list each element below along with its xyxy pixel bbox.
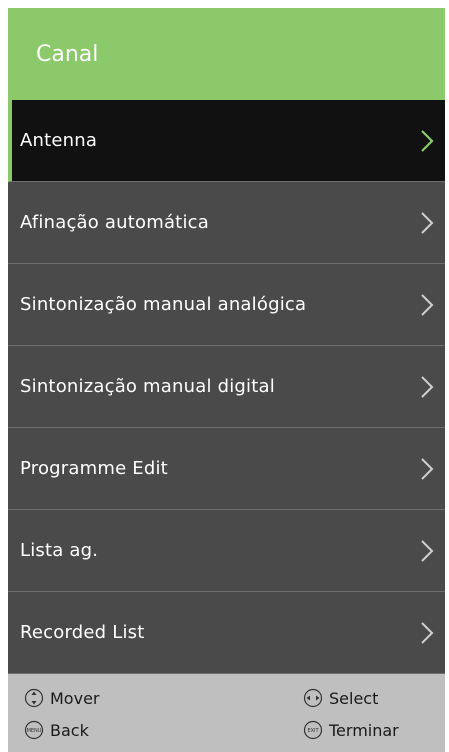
key-hints-bar: Mover Select MENU Back EXIT Terminar xyxy=(8,674,445,752)
chevron-right-icon xyxy=(417,455,437,483)
chevron-right-icon xyxy=(417,619,437,647)
menu-item-manual-digital-tuning[interactable]: Sintonização manual digital xyxy=(8,346,445,428)
hint-back-label: Back xyxy=(50,720,89,740)
menu-key-text: MENU xyxy=(27,728,42,734)
chevron-right-icon xyxy=(417,291,437,319)
menu-item-label: Sintonização manual digital xyxy=(20,376,275,397)
exit-key-icon: EXIT xyxy=(303,720,323,740)
menu-item-manual-analog-tuning[interactable]: Sintonização manual analógica xyxy=(8,264,445,346)
menu-item-label: Afinação automática xyxy=(20,212,209,233)
menu-item-auto-tuning[interactable]: Afinação automática xyxy=(8,182,445,264)
updown-arrows-icon xyxy=(24,688,44,708)
hint-back: MENU Back xyxy=(24,720,89,740)
menu-item-recorded-list[interactable]: Recorded List xyxy=(8,592,445,674)
menu-item-antenna[interactable]: Antenna xyxy=(8,100,445,182)
hint-exit: EXIT Terminar xyxy=(303,720,399,740)
menu-header: Canal xyxy=(8,8,445,100)
menu-item-programme-edit[interactable]: Programme Edit xyxy=(8,428,445,510)
chevron-right-icon xyxy=(417,127,437,155)
hint-select: Select xyxy=(303,688,378,708)
chevron-right-icon xyxy=(417,373,437,401)
menu-item-label: Recorded List xyxy=(20,622,145,643)
hint-select-label: Select xyxy=(329,688,379,708)
hint-move-label: Mover xyxy=(50,688,100,708)
menu-item-label: Antenna xyxy=(20,130,98,151)
leftright-arrows-icon xyxy=(303,688,323,708)
channel-menu-panel: Canal Antenna Afinação automática Sinton… xyxy=(8,8,445,752)
menu-key-icon: MENU xyxy=(24,720,44,740)
menu-item-label: Programme Edit xyxy=(20,458,168,479)
menu-item-label: Sintonização manual analógica xyxy=(20,294,307,315)
exit-key-text: EXIT xyxy=(307,728,319,734)
menu-item-schedule-list[interactable]: Lista ag. xyxy=(8,510,445,592)
hint-exit-label: Terminar xyxy=(329,720,399,740)
menu-list: Antenna Afinação automática Sintonização… xyxy=(8,100,445,674)
hint-move: Mover xyxy=(24,688,99,708)
menu-item-label: Lista ag. xyxy=(20,540,99,561)
chevron-right-icon xyxy=(417,537,437,565)
chevron-right-icon xyxy=(417,209,437,237)
page-title: Canal xyxy=(36,41,99,67)
